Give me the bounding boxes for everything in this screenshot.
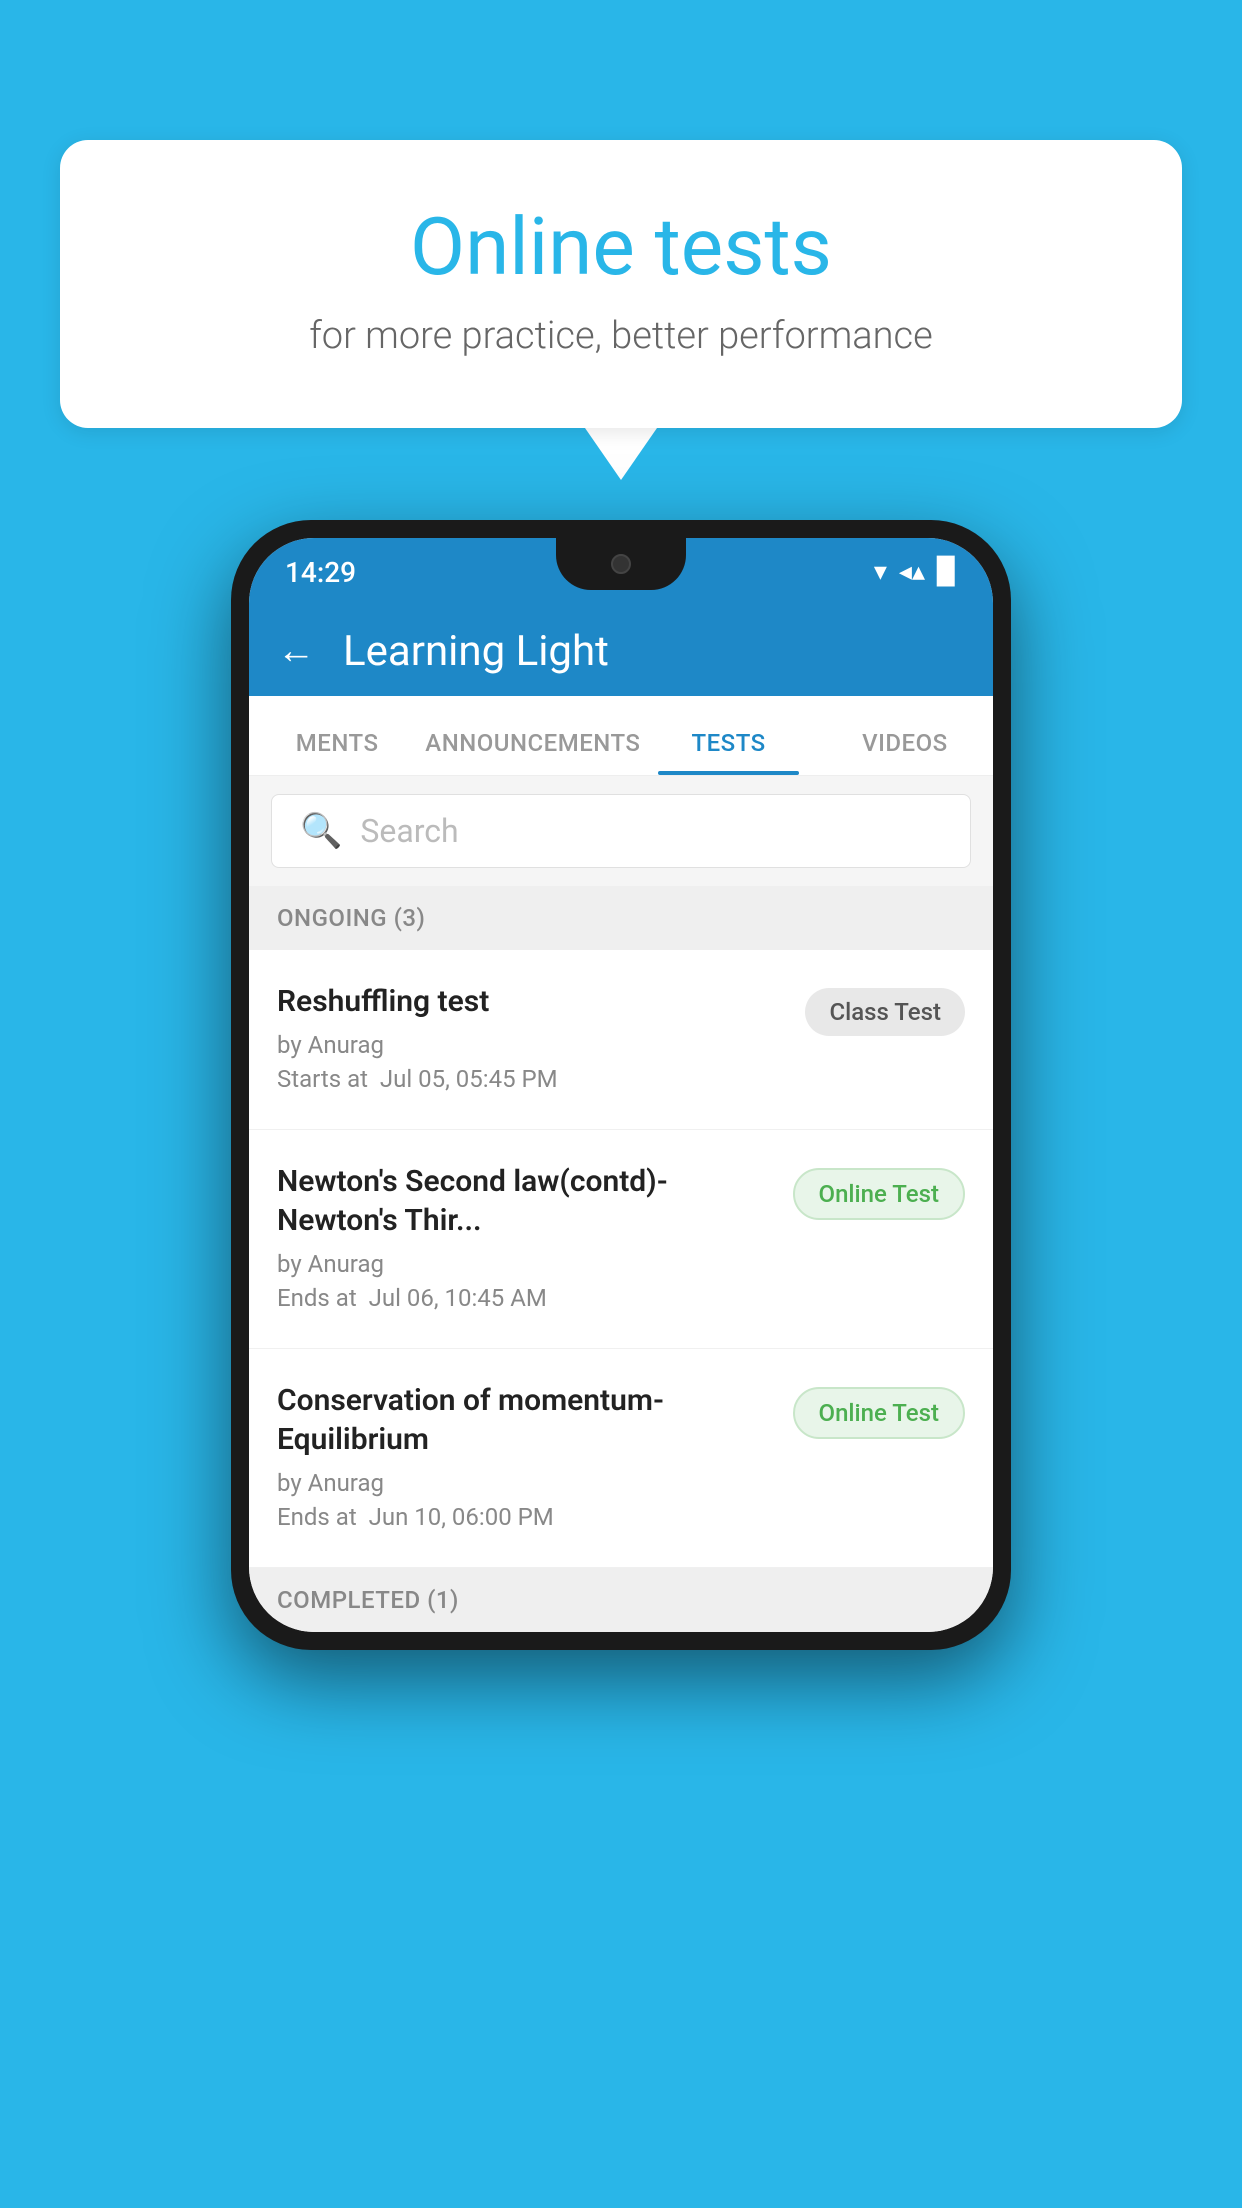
bubble-title: Online tests bbox=[140, 200, 1102, 294]
signal-icon: ◂▴ bbox=[899, 557, 925, 587]
app-bar: ← Learning Light bbox=[249, 606, 993, 696]
tab-ments[interactable]: MENTS bbox=[249, 729, 425, 775]
tab-announcements[interactable]: ANNOUNCEMENTS bbox=[425, 729, 640, 775]
test-badge-2: Online Test bbox=[793, 1168, 965, 1220]
test-author-2: by Anurag bbox=[277, 1250, 773, 1278]
tab-videos[interactable]: VIDEOS bbox=[817, 729, 993, 775]
speech-bubble: Online tests for more practice, better p… bbox=[60, 140, 1182, 428]
completed-section-header: COMPLETED (1) bbox=[249, 1568, 993, 1632]
test-item[interactable]: Reshuffling test by Anurag Starts at Jul… bbox=[249, 950, 993, 1130]
tab-tests[interactable]: TESTS bbox=[640, 729, 816, 775]
search-icon: 🔍 bbox=[300, 811, 342, 851]
test-info-2: Newton's Second law(contd)-Newton's Thir… bbox=[277, 1162, 793, 1312]
camera-dot bbox=[611, 554, 631, 574]
speech-bubble-arrow bbox=[585, 428, 657, 480]
test-info-1: Reshuffling test by Anurag Starts at Jul… bbox=[277, 982, 805, 1093]
search-container: 🔍 Search bbox=[249, 776, 993, 886]
back-button[interactable]: ← bbox=[277, 629, 315, 673]
test-author-3: by Anurag bbox=[277, 1469, 773, 1497]
bubble-subtitle: for more practice, better performance bbox=[140, 314, 1102, 358]
test-title-1: Reshuffling test bbox=[277, 982, 785, 1021]
test-time-1: Starts at Jul 05, 05:45 PM bbox=[277, 1065, 785, 1093]
test-author-1: by Anurag bbox=[277, 1031, 785, 1059]
test-item-3[interactable]: Conservation of momentum-Equilibrium by … bbox=[249, 1349, 993, 1568]
test-badge-1: Class Test bbox=[805, 988, 965, 1036]
search-bar[interactable]: 🔍 Search bbox=[271, 794, 971, 868]
test-title-3: Conservation of momentum-Equilibrium bbox=[277, 1381, 773, 1459]
test-badge-3: Online Test bbox=[793, 1387, 965, 1439]
test-time-3: Ends at Jun 10, 06:00 PM bbox=[277, 1503, 773, 1531]
speech-bubble-container: Online tests for more practice, better p… bbox=[60, 140, 1182, 480]
search-placeholder: Search bbox=[360, 812, 458, 850]
phone-screen: 14:29 ▾ ◂▴ ▉ ← Learning Light MENTS ANNO… bbox=[249, 538, 993, 1632]
status-icons: ▾ ◂▴ ▉ bbox=[874, 557, 957, 587]
status-bar: 14:29 ▾ ◂▴ ▉ bbox=[249, 538, 993, 606]
phone-outer: 14:29 ▾ ◂▴ ▉ ← Learning Light MENTS ANNO… bbox=[231, 520, 1011, 1650]
status-time: 14:29 bbox=[285, 556, 356, 589]
wifi-icon: ▾ bbox=[874, 557, 887, 587]
tabs-container: MENTS ANNOUNCEMENTS TESTS VIDEOS bbox=[249, 696, 993, 776]
ongoing-section-header: ONGOING (3) bbox=[249, 886, 993, 950]
test-item-2[interactable]: Newton's Second law(contd)-Newton's Thir… bbox=[249, 1130, 993, 1349]
test-time-2: Ends at Jul 06, 10:45 AM bbox=[277, 1284, 773, 1312]
app-title: Learning Light bbox=[343, 627, 609, 676]
phone-container: 14:29 ▾ ◂▴ ▉ ← Learning Light MENTS ANNO… bbox=[231, 520, 1011, 1650]
battery-icon: ▉ bbox=[937, 557, 957, 587]
test-title-2: Newton's Second law(contd)-Newton's Thir… bbox=[277, 1162, 773, 1240]
test-info-3: Conservation of momentum-Equilibrium by … bbox=[277, 1381, 793, 1531]
status-notch bbox=[556, 538, 686, 590]
